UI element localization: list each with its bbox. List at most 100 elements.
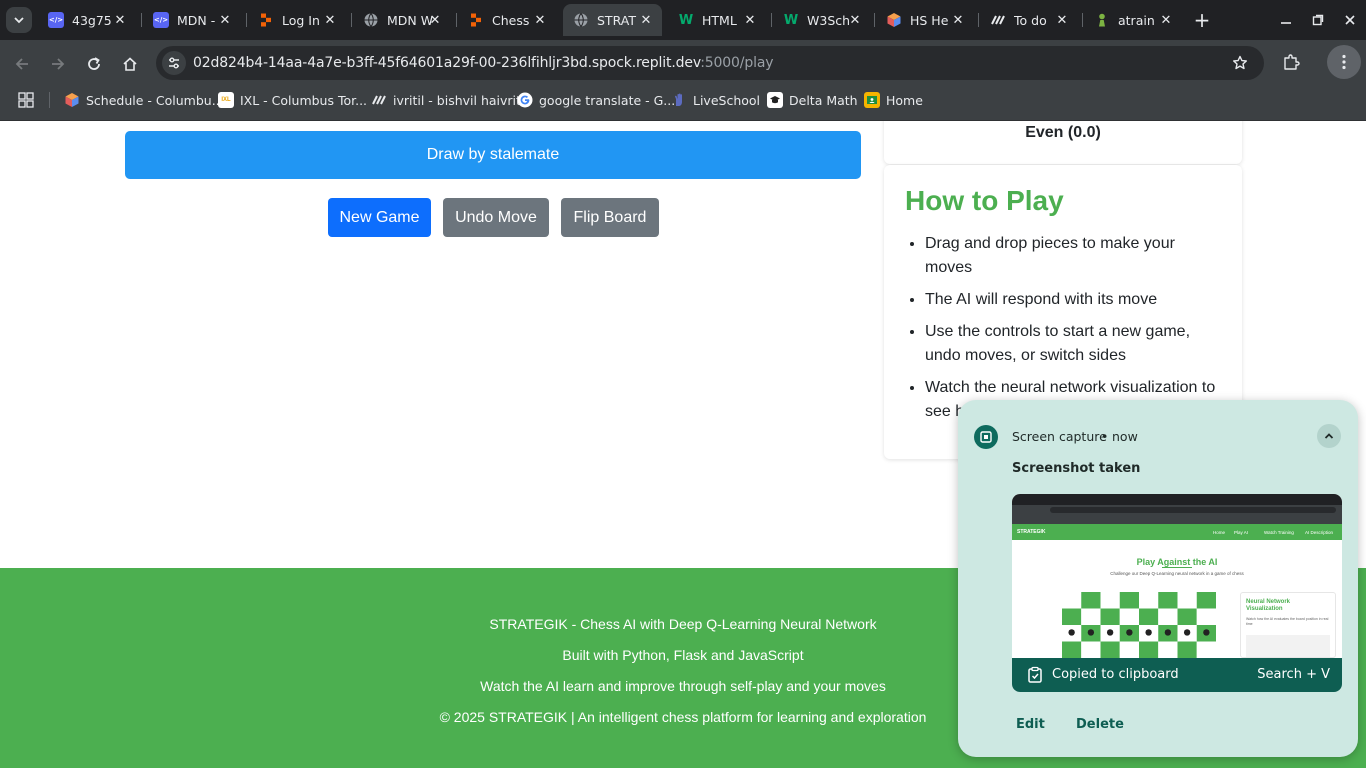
code-icon: </> bbox=[153, 12, 169, 28]
browser-tab[interactable]: W HTML ✕ bbox=[668, 4, 766, 36]
browser-tab[interactable]: Log In ✕ bbox=[248, 4, 346, 36]
grad-cap-icon bbox=[767, 92, 783, 108]
browser-menu-button[interactable] bbox=[1327, 45, 1361, 79]
close-tab-icon[interactable]: ✕ bbox=[112, 12, 128, 28]
thumbnail-panel-title: Neural Network Visualization bbox=[1246, 599, 1291, 612]
thumbnail-board-square bbox=[1177, 592, 1197, 609]
close-tab-icon[interactable]: ✕ bbox=[427, 12, 443, 28]
thumbnail-board-square bbox=[1196, 608, 1216, 625]
notification-app-name: Screen capture bbox=[1012, 429, 1107, 444]
stripes-icon bbox=[990, 12, 1006, 28]
browser-tab[interactable]: </> 43g75 ✕ bbox=[38, 4, 136, 36]
tab-separator bbox=[351, 13, 352, 27]
thumbnail-board-square bbox=[1177, 641, 1197, 658]
close-tab-icon[interactable]: ✕ bbox=[217, 12, 233, 28]
browser-tab[interactable]: </> MDN - ✕ bbox=[143, 4, 241, 36]
close-tab-icon[interactable]: ✕ bbox=[322, 12, 338, 28]
screenshot-thumbnail[interactable]: STRATEGIK Home Play AI Watch Training AI… bbox=[1012, 494, 1342, 692]
browser-tab[interactable]: W W3Sch ✕ bbox=[773, 4, 871, 36]
close-window-button[interactable] bbox=[1338, 8, 1362, 32]
game-status-banner: Draw by stalemate bbox=[125, 131, 861, 179]
thumbnail-brand: STRATEGIK bbox=[1017, 529, 1046, 535]
bookmark-item[interactable]: Schedule - Columbu... bbox=[64, 91, 224, 109]
stripes-icon bbox=[371, 92, 387, 108]
bookmark-item[interactable]: Home bbox=[864, 91, 923, 109]
thumbnail-board-square bbox=[1062, 592, 1082, 609]
maximize-button[interactable] bbox=[1306, 8, 1330, 32]
thumbnail-board-square bbox=[1158, 641, 1178, 658]
chevron-up-icon bbox=[1324, 433, 1334, 439]
flip-board-button[interactable]: Flip Board bbox=[561, 198, 659, 237]
bookmark-item[interactable]: LiveSchool bbox=[671, 91, 760, 109]
bookmark-label: IXL - Columbus Tor... bbox=[240, 92, 368, 108]
bookmark-item[interactable]: IXL IXL - Columbus Tor... bbox=[218, 91, 367, 109]
screen-capture-icon bbox=[974, 425, 998, 449]
ixl-icon: IXL bbox=[218, 92, 234, 108]
edit-screenshot-button[interactable]: Edit bbox=[1016, 717, 1045, 732]
thumbnail-tabbar bbox=[1012, 494, 1342, 505]
thumbnail-board-square bbox=[1177, 608, 1197, 625]
google-icon bbox=[517, 92, 533, 108]
collapse-notification-button[interactable] bbox=[1317, 424, 1341, 448]
thumbnail-title: Play Against the AI bbox=[1136, 557, 1218, 567]
home-button[interactable] bbox=[118, 52, 142, 76]
thumbnail-nav-link: Home bbox=[1213, 530, 1226, 535]
close-tab-icon[interactable]: ✕ bbox=[1054, 12, 1070, 28]
new-tab-button[interactable]: + bbox=[1192, 10, 1212, 30]
code-icon: </> bbox=[48, 12, 64, 28]
tab-search-button[interactable] bbox=[6, 7, 32, 33]
bookmark-star-button[interactable] bbox=[1230, 53, 1250, 73]
thumbnail-board-square bbox=[1119, 641, 1139, 658]
address-bar[interactable]: 02d824b4-14aa-4a7e-b3ff-45f64601a29f-00-… bbox=[156, 46, 1264, 80]
close-tab-icon[interactable]: ✕ bbox=[532, 12, 548, 28]
thumbnail-title-underline bbox=[1162, 567, 1192, 568]
apps-button[interactable] bbox=[18, 92, 34, 108]
pawn-icon bbox=[1094, 12, 1110, 28]
undo-move-button[interactable]: Undo Move bbox=[443, 198, 549, 237]
browser-tab[interactable]: STRAT ✕ bbox=[563, 4, 662, 36]
thumbnail-nn-panel: Neural Network Visualization Watch how t… bbox=[1240, 592, 1336, 658]
close-tab-icon[interactable]: ✕ bbox=[847, 12, 863, 28]
tab-separator bbox=[141, 13, 142, 27]
reload-button[interactable] bbox=[82, 52, 106, 76]
new-game-button[interactable]: New Game bbox=[328, 198, 431, 237]
url-host: 02d824b4-14aa-4a7e-b3ff-45f64601a29f-00-… bbox=[193, 55, 701, 71]
bookmark-item[interactable]: ivritil - bishvil haivrit bbox=[371, 91, 521, 109]
bookmark-label: LiveSchool bbox=[693, 92, 761, 108]
minimize-button[interactable] bbox=[1274, 8, 1298, 32]
browser-tab[interactable]: To do ✕ bbox=[980, 4, 1078, 36]
how-to-play-title: How to Play bbox=[905, 185, 1064, 216]
bookmark-item[interactable]: Delta Math bbox=[767, 91, 858, 109]
close-tab-icon[interactable]: ✕ bbox=[742, 12, 758, 28]
browser-tab[interactable]: MDN W ✕ bbox=[353, 4, 451, 36]
site-info-button[interactable] bbox=[162, 51, 186, 75]
close-tab-icon[interactable]: ✕ bbox=[950, 12, 966, 28]
thumbnail-board-square bbox=[1139, 641, 1159, 658]
clipboard-banner: Copied to clipboard Search + V bbox=[1012, 658, 1342, 692]
browser-tab[interactable]: atrain ✕ bbox=[1084, 4, 1182, 36]
delete-screenshot-button[interactable]: Delete bbox=[1076, 717, 1124, 732]
tab-separator bbox=[874, 13, 875, 27]
forward-button[interactable] bbox=[46, 52, 70, 76]
url-path: :5000/play bbox=[700, 55, 774, 71]
extensions-button[interactable] bbox=[1280, 51, 1302, 73]
list-item: Use the controls to start a new game, un… bbox=[925, 320, 1225, 368]
back-button[interactable] bbox=[10, 52, 34, 76]
bookmark-item[interactable]: google translate - G... bbox=[517, 91, 675, 109]
thumbnail-board-square bbox=[1062, 608, 1082, 625]
thumbnail-board-square bbox=[1196, 641, 1216, 658]
arrow-left-icon bbox=[15, 58, 28, 70]
screenshot-notification[interactable]: Screen capture • now Screenshot taken ST… bbox=[958, 400, 1358, 757]
thumbnail-board-square bbox=[1196, 592, 1216, 609]
thumbnail-pawn bbox=[1087, 629, 1095, 636]
thumbnail-board-square bbox=[1119, 592, 1139, 609]
close-tab-icon[interactable]: ✕ bbox=[1158, 12, 1174, 28]
browser-tab[interactable]: Chess ✕ bbox=[458, 4, 556, 36]
arrow-right-icon bbox=[52, 58, 65, 70]
thumbnail-board-square bbox=[1081, 608, 1101, 625]
bookmarks-separator bbox=[49, 92, 50, 108]
apps-grid-icon bbox=[18, 92, 34, 108]
close-tab-icon[interactable]: ✕ bbox=[638, 12, 654, 28]
browser-tab[interactable]: HS He ✕ bbox=[876, 4, 974, 36]
thumbnail-board-square bbox=[1158, 608, 1178, 625]
